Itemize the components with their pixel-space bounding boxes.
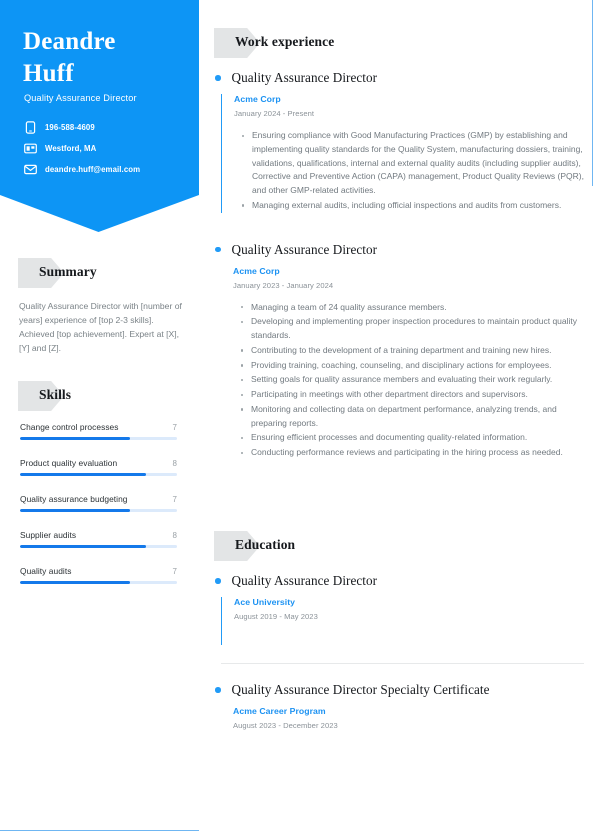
work-entry-company: Acme Corp bbox=[233, 265, 280, 276]
skill-name: Quality audits bbox=[20, 566, 72, 577]
skill-bar-track bbox=[20, 437, 177, 440]
education-entry-body: Acme Career Program August 2023 - Decemb… bbox=[221, 706, 584, 730]
location-icon bbox=[24, 142, 37, 155]
entry-bullet-dot-icon bbox=[215, 578, 221, 584]
education-entry-title: Quality Assurance Director Specialty Cer… bbox=[231, 682, 490, 697]
bullet-item: Monitoring and collecting data on depart… bbox=[241, 403, 584, 431]
entry-bullet-dot-icon bbox=[215, 75, 221, 81]
education-entry-school: Ace University bbox=[234, 597, 296, 607]
work-entry-title: Quality Assurance Director bbox=[231, 241, 378, 257]
candidate-name-line1: Deandre bbox=[23, 28, 116, 55]
skill-bar-fill bbox=[20, 509, 130, 512]
candidate-name: Deandre Huff bbox=[23, 26, 183, 90]
skill-item: Product quality evaluation 8 bbox=[20, 458, 177, 476]
work-entry-bullets: Managing a team of 24 quality assurance … bbox=[233, 301, 584, 460]
summary-section-heading: Summary bbox=[18, 258, 188, 288]
skill-bar-track bbox=[20, 509, 177, 512]
bullet-item: Ensuring efficient processes and documen… bbox=[241, 431, 584, 445]
skill-bar-fill bbox=[20, 581, 130, 584]
work-entry: Quality Assurance Director Acme Corp Jan… bbox=[214, 242, 584, 460]
contact-location-text: Westford, MA bbox=[45, 144, 97, 153]
resume-page: Deandre Huff Quality Assurance Director … bbox=[0, 0, 594, 838]
skill-score: 7 bbox=[172, 495, 177, 505]
summary-heading-label: Summary bbox=[39, 264, 97, 279]
skill-bar-track bbox=[20, 545, 177, 548]
education-entry-body: Ace University August 2019 - May 2023 bbox=[221, 597, 584, 645]
phone-icon bbox=[24, 121, 37, 134]
skill-name: Change control processes bbox=[20, 422, 119, 432]
skill-item: Supplier audits 8 bbox=[20, 530, 177, 548]
email-icon bbox=[24, 163, 37, 176]
skill-score: 7 bbox=[172, 567, 177, 577]
education-entries: Quality Assurance Director Ace Universit… bbox=[214, 573, 584, 730]
bullet-item: Ensuring compliance with Good Manufactur… bbox=[242, 129, 584, 198]
work-entry-body: Acme Corp January 2024 - Present Ensurin… bbox=[221, 94, 584, 213]
skill-name: Quality assurance budgeting bbox=[20, 494, 128, 505]
contact-item-email: deandre.huff@email.com bbox=[24, 161, 194, 178]
bullet-item: Contributing to the development of a tra… bbox=[241, 344, 584, 358]
skill-name: Product quality evaluation bbox=[20, 458, 118, 469]
contact-item-location: Westford, MA bbox=[24, 140, 194, 157]
entry-bullet-dot-icon bbox=[215, 246, 221, 253]
work-entry-dates: January 2023 - January 2024 bbox=[233, 280, 334, 290]
work-experience-entries: Quality Assurance Director Acme Corp Jan… bbox=[214, 70, 584, 461]
education-heading-label: Education bbox=[235, 537, 296, 552]
work-entry-body: Acme Corp January 2023 - January 2024 Ma… bbox=[221, 266, 584, 460]
bullet-item: Managing a team of 24 quality assurance … bbox=[241, 301, 584, 315]
skill-bar-track bbox=[20, 581, 177, 584]
work-entry-dates: January 2024 - Present bbox=[234, 109, 315, 118]
education-divider bbox=[221, 663, 584, 664]
contact-item-phone: 196-588-4609 bbox=[24, 119, 194, 136]
entry-spacer bbox=[214, 214, 584, 242]
name-header-banner: Deandre Huff Quality Assurance Director … bbox=[0, 0, 199, 232]
skill-score: 8 bbox=[172, 531, 177, 541]
bullet-item: Setting goals for quality assurance memb… bbox=[241, 373, 584, 387]
skill-item: Quality audits 7 bbox=[20, 566, 177, 584]
education-entry: Quality Assurance Director Ace Universit… bbox=[214, 573, 584, 645]
education-entry: Quality Assurance Director Specialty Cer… bbox=[214, 682, 584, 730]
bullet-item: Developing and implementing proper inspe… bbox=[241, 315, 584, 343]
education-entry-school: Acme Career Program bbox=[233, 706, 326, 716]
skill-score: 7 bbox=[172, 423, 177, 432]
skill-bar-fill bbox=[20, 473, 146, 476]
entry-bullet-dot-icon bbox=[215, 687, 221, 693]
skill-name: Supplier audits bbox=[20, 530, 77, 541]
skills-heading-label: Skills bbox=[39, 387, 72, 402]
work-experience-section-heading: Work experience bbox=[214, 28, 544, 58]
summary-text: Quality Assurance Director with [number … bbox=[19, 301, 182, 353]
work-entry-company: Acme Corp bbox=[234, 94, 281, 104]
work-heading-label: Work experience bbox=[235, 34, 335, 49]
skills-section-heading: Skills bbox=[18, 381, 188, 411]
skill-score: 8 bbox=[172, 459, 177, 469]
left-sidebar: Deandre Huff Quality Assurance Director … bbox=[0, 0, 199, 838]
skill-item: Quality assurance budgeting 7 bbox=[20, 494, 177, 512]
right-edge-accent-rule bbox=[592, 0, 593, 186]
education-entry-dates: August 2019 - May 2023 bbox=[234, 612, 318, 621]
bullet-item: Providing training, coaching, counseling… bbox=[241, 359, 584, 373]
education-entry-dates: August 2023 - December 2023 bbox=[233, 721, 338, 730]
contact-list: 196-588-4609 Westford, MA deandre.huff@e… bbox=[24, 119, 194, 182]
work-entry-bullets: Ensuring compliance with Good Manufactur… bbox=[234, 129, 584, 213]
bullet-item: Participating in meetings with other dep… bbox=[241, 388, 584, 402]
work-entry-title: Quality Assurance Director bbox=[231, 70, 378, 85]
contact-email-text: deandre.huff@email.com bbox=[45, 165, 141, 174]
candidate-job-title: Quality Assurance Director bbox=[24, 93, 137, 103]
bullet-item: Managing external audits, including offi… bbox=[242, 199, 584, 213]
candidate-name-line2: Huff bbox=[23, 60, 74, 87]
skill-bar-fill bbox=[20, 437, 130, 440]
skill-bar-track bbox=[20, 473, 177, 476]
education-entry-title: Quality Assurance Director bbox=[231, 573, 378, 588]
contact-phone-text: 196-588-4609 bbox=[45, 123, 95, 132]
skill-bar-fill bbox=[20, 545, 146, 548]
work-entry: Quality Assurance Director Acme Corp Jan… bbox=[214, 70, 584, 213]
skill-item: Change control processes 7 bbox=[20, 422, 177, 440]
bullet-item: Conducting performance reviews and parti… bbox=[241, 446, 584, 460]
skills-list: Change control processes 7 Product quali… bbox=[20, 422, 177, 602]
education-section-heading: Education bbox=[214, 531, 544, 561]
